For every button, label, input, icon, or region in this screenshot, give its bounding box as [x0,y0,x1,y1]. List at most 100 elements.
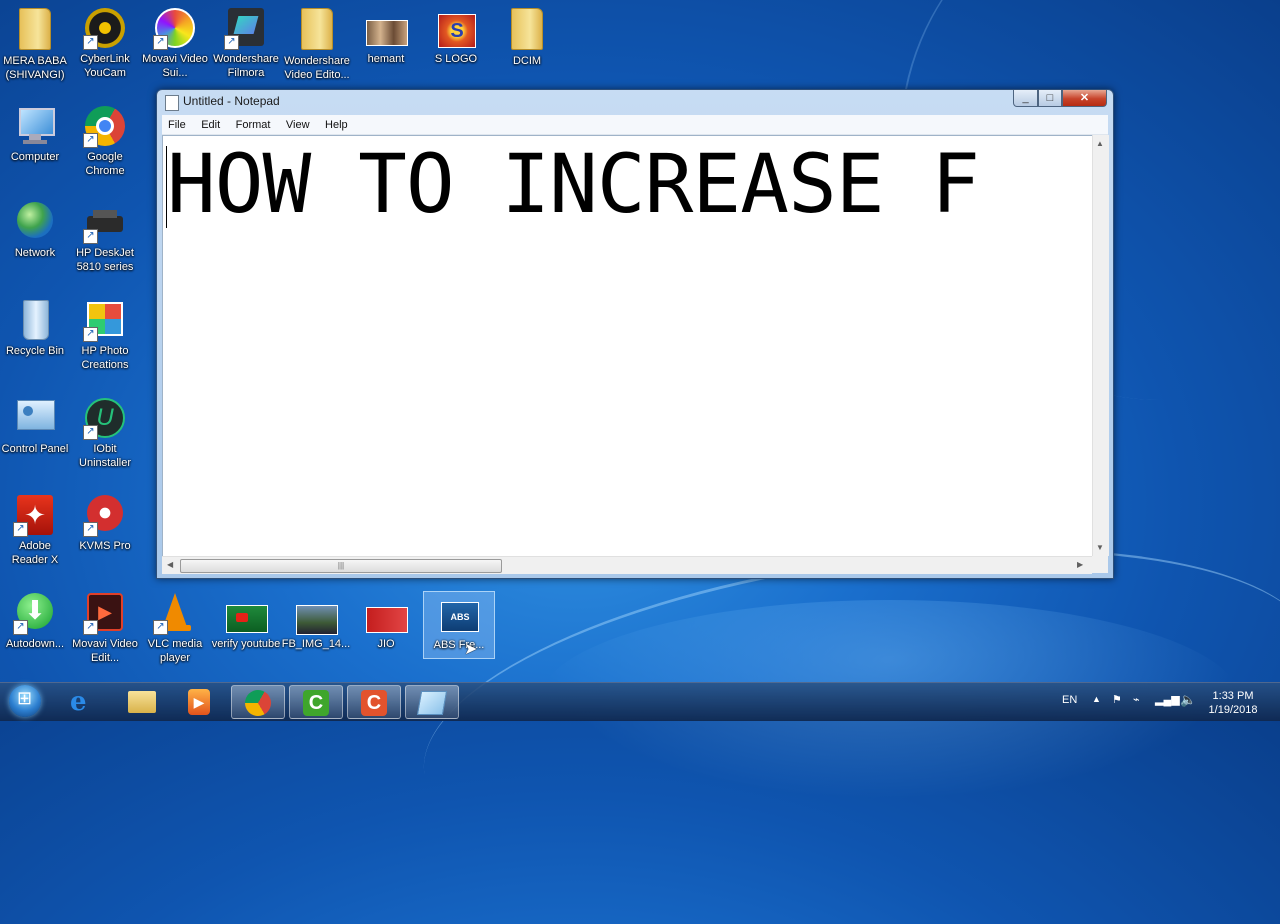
size-grip[interactable] [1092,556,1108,573]
desktop-icon-google-chrome[interactable]: ↗ Google Chrome [70,104,140,178]
start-button[interactable] [5,683,49,721]
kvms-icon: ↗ [83,493,127,537]
menu-bar: File Edit Format View Help [162,115,1108,135]
taskbar-camtasia-studio[interactable]: C [347,685,401,719]
scroll-up-icon[interactable]: ▲ [1096,139,1104,148]
image-thumbnail-icon [224,591,268,635]
network-signal-icon[interactable]: ▂▄▆ [1155,693,1180,706]
desktop-icon-recycle-bin[interactable]: Recycle Bin [0,298,70,358]
photo-thumbnail-icon [364,6,408,50]
vlc-cone-icon: ↗ [153,591,197,635]
desktop-icon-wondershare-filmora[interactable]: ↗ Wondershare Filmora [211,6,281,80]
camtasia-orange-icon: C [361,690,387,716]
taskbar-media-player[interactable]: ▶ [172,685,226,719]
desktop-icon-jio[interactable]: JIO [351,591,421,651]
iobit-icon: U ↗ [83,396,127,440]
taskbar-internet-explorer[interactable]: e [57,685,111,719]
notepad-icon [416,691,448,715]
volume-icon[interactable]: 🔈 [1180,692,1196,708]
desktop-icon-vlc[interactable]: ↗ VLC media player [140,591,210,665]
horizontal-scroll-thumb[interactable]: ||| [180,559,502,573]
mouse-pointer-icon: ➤ [464,641,478,658]
chrome-icon: ↗ [83,104,127,148]
clock-time: 1:33 PM [1212,690,1254,702]
camtasia-green-icon: C [303,690,329,716]
desktop-icon-iobit-uninstaller[interactable]: U ↗ IObit Uninstaller [70,396,140,470]
desktop-icon-hp-photo-creations[interactable]: ↗ HP Photo Creations [70,298,140,372]
language-indicator[interactable]: EN [1062,694,1077,706]
desktop-icon-dcim[interactable]: DCIM [492,6,562,68]
clock-date: 1/19/2018 [1208,704,1258,716]
menu-format[interactable]: Format [230,116,276,131]
scroll-right-icon[interactable]: ▶ [1077,560,1083,569]
desktop-icon-movavi-video-editor[interactable]: ▶ ↗ Movavi Video Edit... [70,591,140,665]
folder-icon [505,8,549,52]
menu-edit[interactable]: Edit [195,116,225,131]
chrome-icon [245,690,271,716]
scroll-left-icon[interactable]: ◀ [167,560,173,569]
image-thumbnail-icon: ABS [437,592,481,636]
desktop-icon-hp-deskjet[interactable]: ↗ HP DeskJet 5810 series [70,200,140,274]
desktop-icon-mera-baba[interactable]: MERA BABA (SHIVANGI) [0,6,70,82]
desktop-icon-fb-img[interactable]: FB_IMG_14... [281,591,351,651]
computer-icon [13,104,57,148]
desktop-icon-network[interactable]: Network [0,200,70,260]
title-bar[interactable]: Untitled - Notepad _ □ ✕ [157,90,1113,112]
power-plug-icon[interactable]: ⌁ [1133,693,1140,706]
media-player-icon: ▶ [188,689,210,715]
filmora-icon: ↗ [224,6,268,50]
close-button[interactable]: ✕ [1062,90,1107,107]
image-thumbnail-icon: S [434,6,478,50]
photo-creations-icon: ↗ [83,298,127,342]
window-title: Untitled - Notepad [183,94,280,108]
image-thumbnail-icon [294,591,338,635]
taskbar-chrome[interactable] [231,685,285,719]
taskbar-windows-explorer[interactable] [115,685,169,719]
system-clock[interactable]: 1:33 PM 1/19/2018 [1196,689,1270,717]
menu-file[interactable]: File [162,116,191,131]
desktop-icon-verify-youtube[interactable]: verify youtube [211,591,281,651]
network-globe-icon [13,200,57,244]
menu-help[interactable]: Help [319,116,353,131]
taskbar-camtasia-recorder[interactable]: C [289,685,343,719]
text-editor-area[interactable]: HOW TO INCREASE F [162,135,1093,558]
movavi-editor-icon: ▶ ↗ [83,591,127,635]
desktop-icon-computer[interactable]: Computer [0,104,70,164]
movavi-suite-icon: ↗ [153,6,197,50]
desktop-icon-abs-free[interactable]: ABS ABS Fre... [423,591,495,659]
desktop-icon-autodown[interactable]: ⬇ ↗ Autodown... [0,591,70,651]
notepad-icon [165,95,179,111]
desktop-icon-cyberlink-youcam[interactable]: ↗ CyberLink YouCam [70,6,140,80]
show-hidden-icons-icon[interactable]: ▲ [1092,694,1101,704]
minimize-button[interactable]: _ [1013,90,1038,107]
desktop-icon-kvms-pro[interactable]: ↗ KVMS Pro [70,493,140,553]
internet-explorer-icon: e [70,687,87,717]
document-text: HOW TO INCREASE F [167,138,980,232]
menu-view[interactable]: View [280,116,315,131]
maximize-button[interactable]: □ [1038,90,1062,107]
scroll-down-icon[interactable]: ▼ [1096,543,1104,552]
folder-icon [128,691,156,713]
desktop-icon-hemant[interactable]: hemant [351,6,421,66]
vertical-scrollbar[interactable]: ▲ ▼ [1092,135,1109,556]
folder-icon [13,8,57,52]
desktop-icon-s-logo[interactable]: S S LOGO [421,6,491,66]
recycle-bin-icon [13,298,57,342]
taskbar-notepad[interactable] [405,685,459,719]
adobe-reader-icon: ✦ ↗ [13,493,57,537]
printer-icon: ↗ [83,200,127,244]
folder-icon [295,8,339,52]
horizontal-scrollbar[interactable]: ◀ ||| ▶ [162,556,1092,574]
webcam-icon: ↗ [83,6,127,50]
action-center-flag-icon[interactable]: ⚑ [1112,693,1122,706]
control-panel-icon [13,396,57,440]
desktop-icon-wondershare-video-editor[interactable]: Wondershare Video Edito... [282,6,352,82]
desktop-icon-control-panel[interactable]: Control Panel [0,396,70,456]
desktop-icon-adobe-reader[interactable]: ✦ ↗ Adobe Reader X [0,493,70,567]
windows-orb-icon [9,685,41,717]
desktop-icon-movavi-suite[interactable]: ↗ Movavi Video Sui... [140,6,210,80]
taskbar: e ▶ C C EN ▲ ⚑ ⌁ ▂▄▆ 🔈 1:33 PM 1/19/2018 [0,682,1280,721]
download-icon: ⬇ ↗ [13,591,57,635]
image-thumbnail-icon [364,591,408,635]
notepad-window[interactable]: Untitled - Notepad _ □ ✕ File Edit Forma… [156,89,1114,579]
